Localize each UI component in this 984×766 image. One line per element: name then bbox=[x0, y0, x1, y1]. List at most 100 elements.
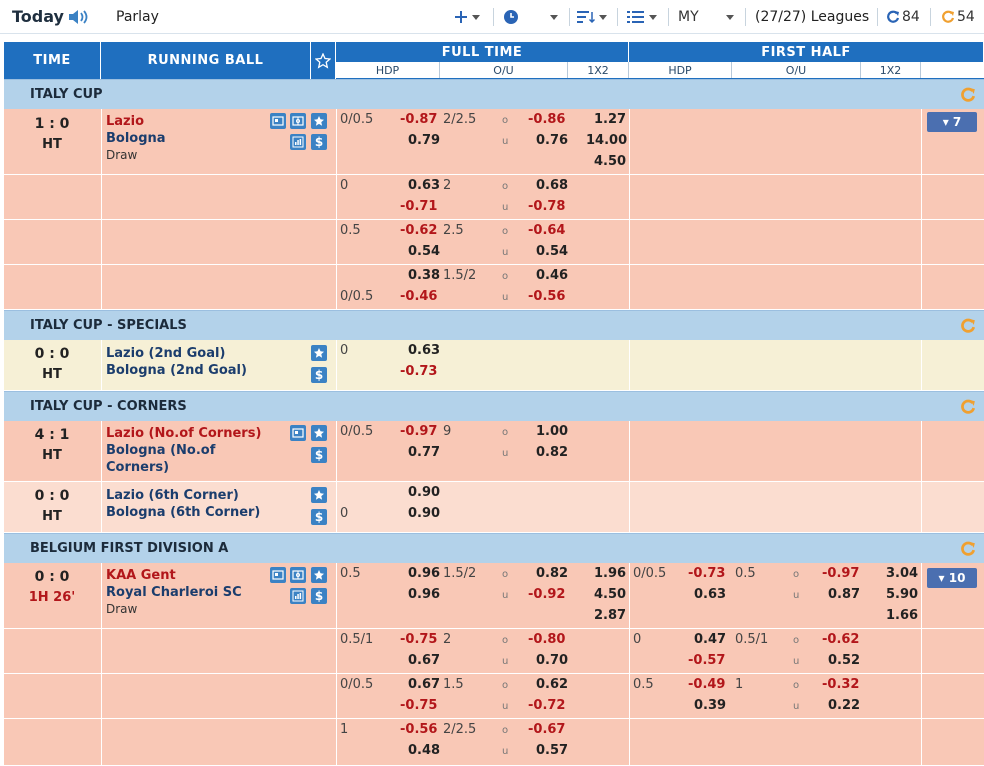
fh-odds-over[interactable]: -0.32 bbox=[822, 677, 859, 693]
odds-under[interactable]: -0.78 bbox=[528, 199, 565, 215]
odds-home[interactable]: -0.56 bbox=[400, 722, 437, 738]
odds-home[interactable]: -0.87 bbox=[400, 112, 437, 128]
odds-x[interactable]: 2.87 bbox=[594, 608, 626, 624]
cashout-icon[interactable]: $ bbox=[311, 509, 327, 525]
odds-away[interactable]: -0.46 bbox=[400, 289, 437, 305]
more-markets-button[interactable]: ▾ 10 bbox=[927, 568, 977, 588]
cashout-icon[interactable]: $ bbox=[311, 367, 327, 383]
odds-over[interactable]: 0.62 bbox=[536, 677, 568, 693]
odds-home[interactable]: -0.97 bbox=[400, 424, 437, 440]
odds-away[interactable]: 0.67 bbox=[408, 653, 440, 669]
list-view-icon[interactable] bbox=[627, 0, 657, 34]
favorite-star-icon[interactable] bbox=[311, 487, 327, 503]
odds-under[interactable]: 0.76 bbox=[536, 133, 568, 149]
refresh-icon[interactable] bbox=[960, 541, 976, 557]
today-tab[interactable]: Today bbox=[12, 0, 64, 34]
odds-away[interactable]: 0.90 bbox=[408, 506, 440, 522]
refresh-icon[interactable] bbox=[941, 0, 955, 34]
sort-icon[interactable] bbox=[577, 0, 607, 34]
header-time[interactable]: TIME bbox=[4, 42, 101, 79]
cashout-icon[interactable]: $ bbox=[311, 447, 327, 463]
fh-odds-under[interactable]: 0.87 bbox=[828, 587, 860, 603]
fh-odds-over[interactable]: -0.97 bbox=[822, 566, 859, 582]
odds-over[interactable]: -0.80 bbox=[528, 632, 565, 648]
cashout-icon[interactable]: $ bbox=[311, 588, 327, 604]
fh-odds-away[interactable]: 0.63 bbox=[694, 587, 726, 603]
fh-odds-under[interactable]: 0.22 bbox=[828, 698, 860, 714]
odds-away[interactable]: 0.48 bbox=[408, 743, 440, 759]
fh-odds-home[interactable]: -0.49 bbox=[688, 677, 725, 693]
pitch-icon[interactable] bbox=[290, 567, 306, 583]
odds-under[interactable]: 0.82 bbox=[536, 445, 568, 461]
fh-odds-under[interactable]: 0.52 bbox=[828, 653, 860, 669]
odds-home[interactable]: 0.63 bbox=[408, 178, 440, 194]
fh-odds-2[interactable]: 5.90 bbox=[886, 587, 918, 603]
odds-home[interactable]: -0.62 bbox=[400, 223, 437, 239]
odds-type-select[interactable]: MY bbox=[678, 0, 699, 34]
stats-icon[interactable] bbox=[290, 588, 306, 604]
favorite-star-icon[interactable] bbox=[311, 425, 327, 441]
odds-away[interactable]: -0.71 bbox=[400, 199, 437, 215]
odds-away[interactable]: -0.73 bbox=[400, 364, 437, 380]
odds-1[interactable]: 1.27 bbox=[594, 112, 626, 128]
odds-away[interactable]: 0.79 bbox=[408, 133, 440, 149]
fh-odds-over[interactable]: -0.62 bbox=[822, 632, 859, 648]
odds-1[interactable]: 1.96 bbox=[594, 566, 626, 582]
odds-home[interactable]: 0.63 bbox=[408, 343, 440, 359]
refresh-icon[interactable] bbox=[960, 87, 976, 103]
odds-over[interactable]: 0.68 bbox=[536, 178, 568, 194]
odds-over[interactable]: -0.67 bbox=[528, 722, 565, 738]
odds-home[interactable]: -0.75 bbox=[400, 632, 437, 648]
fh-odds-away[interactable]: 0.39 bbox=[694, 698, 726, 714]
chevron-down-icon[interactable] bbox=[722, 0, 734, 34]
odds-away[interactable]: 0.96 bbox=[408, 587, 440, 603]
live-tv-icon[interactable] bbox=[290, 425, 306, 441]
odds-over[interactable]: -0.64 bbox=[528, 223, 565, 239]
fh-odds-1[interactable]: 3.04 bbox=[886, 566, 918, 582]
odds-under[interactable]: -0.72 bbox=[528, 698, 565, 714]
odds-over[interactable]: 0.82 bbox=[536, 566, 568, 582]
live-tv-icon[interactable] bbox=[270, 113, 286, 129]
favorite-star-icon[interactable] bbox=[311, 345, 327, 361]
speaker-icon[interactable] bbox=[68, 0, 90, 34]
fh-odds-home[interactable]: 0.47 bbox=[694, 632, 726, 648]
chevron-down-icon[interactable] bbox=[546, 0, 558, 34]
stats-icon[interactable] bbox=[290, 134, 306, 150]
favorite-star-icon[interactable] bbox=[311, 567, 327, 583]
odds-2[interactable]: 14.00 bbox=[586, 133, 627, 149]
pitch-icon[interactable] bbox=[290, 113, 306, 129]
add-icon[interactable] bbox=[454, 0, 480, 34]
parlay-tab[interactable]: Parlay bbox=[116, 0, 159, 34]
odds-over[interactable]: -0.86 bbox=[528, 112, 565, 128]
odds-under[interactable]: -0.92 bbox=[528, 587, 565, 603]
odds-under[interactable]: -0.56 bbox=[528, 289, 565, 305]
fh-odds-home[interactable]: -0.73 bbox=[688, 566, 725, 582]
odds-under[interactable]: 0.70 bbox=[536, 653, 568, 669]
odds-away[interactable]: 0.77 bbox=[408, 445, 440, 461]
odds-over[interactable]: 1.00 bbox=[536, 424, 568, 440]
fh-odds-x[interactable]: 1.66 bbox=[886, 608, 918, 624]
more-markets-button[interactable]: ▾ 7 bbox=[927, 112, 977, 132]
odds-home[interactable]: 0.90 bbox=[408, 485, 440, 501]
odds-x[interactable]: 4.50 bbox=[594, 154, 626, 170]
fh-odds-away[interactable]: -0.57 bbox=[688, 653, 725, 669]
odds-away[interactable]: 0.54 bbox=[408, 244, 440, 260]
refresh-icon[interactable] bbox=[886, 0, 900, 34]
odds-home[interactable]: 0.67 bbox=[408, 677, 440, 693]
live-tv-icon[interactable] bbox=[270, 567, 286, 583]
odds-under[interactable]: 0.54 bbox=[536, 244, 568, 260]
odds-2[interactable]: 4.50 bbox=[594, 587, 626, 603]
refresh-icon[interactable] bbox=[960, 399, 976, 415]
cashout-icon[interactable]: $ bbox=[311, 134, 327, 150]
odds-away[interactable]: -0.75 bbox=[400, 698, 437, 714]
odds-home[interactable]: 0.96 bbox=[408, 566, 440, 582]
league-bar[interactable]: ITALY CUP - SPECIALS bbox=[4, 310, 984, 340]
refresh-icon[interactable] bbox=[960, 318, 976, 334]
odds-home[interactable]: 0.38 bbox=[408, 268, 440, 284]
clock-icon[interactable] bbox=[503, 0, 519, 34]
odds-over[interactable]: 0.46 bbox=[536, 268, 568, 284]
odds-under[interactable]: 0.57 bbox=[536, 743, 568, 759]
favorite-star-icon[interactable] bbox=[311, 42, 336, 79]
league-bar[interactable]: BELGIUM FIRST DIVISION A bbox=[4, 533, 984, 563]
league-bar[interactable]: ITALY CUP - CORNERS bbox=[4, 391, 984, 421]
